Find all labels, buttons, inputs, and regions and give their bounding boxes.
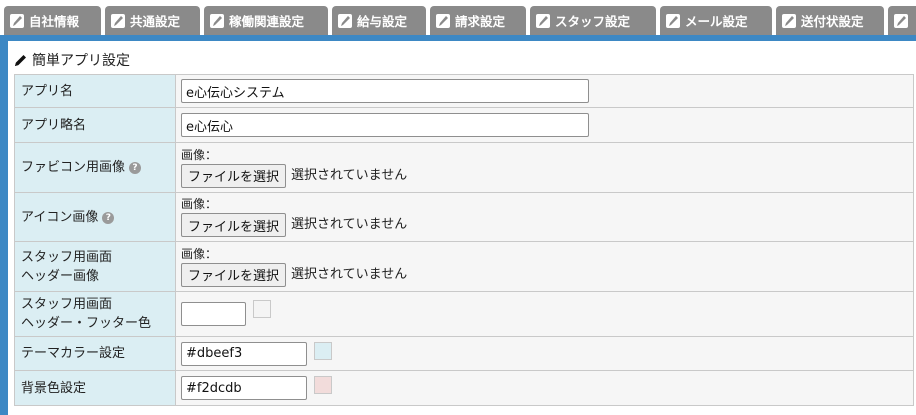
tab-label: 稼働関連設定 bbox=[229, 14, 305, 29]
edit-icon bbox=[210, 13, 224, 28]
icon-image-label: アイコン画像 bbox=[21, 209, 99, 225]
tab-salary-settings[interactable]: 給与設定 bbox=[332, 6, 426, 35]
staff-color-label-cell: スタッフ用画面 ヘッダー・フッター色 bbox=[14, 291, 176, 337]
tab-label: 給与設定 bbox=[357, 14, 408, 29]
bg-color-swatch[interactable] bbox=[314, 376, 332, 394]
icon-image-label-cell: アイコン画像? bbox=[14, 192, 176, 242]
favicon-file-button[interactable]: ファイルを選択 bbox=[181, 163, 287, 188]
tab-cover-letter-settings[interactable]: 送付状設定 bbox=[776, 6, 884, 35]
table-row: 背景色設定 bbox=[14, 370, 914, 406]
staff-header-file-status: 選択されていません bbox=[291, 266, 408, 282]
staff-header-label-cell: スタッフ用画面 ヘッダー画像 bbox=[14, 241, 176, 292]
bg-color-label: 背景色設定 bbox=[14, 370, 176, 406]
app-settings-table: アプリ名 アプリ略名 ファビコン用画像? 画像： ファイルを選択 選択されていま… bbox=[14, 74, 914, 406]
app-short-name-cell bbox=[175, 107, 914, 143]
table-row: スタッフ用画面 ヘッダー・フッター色 bbox=[14, 291, 914, 337]
settings-panel: 簡単アプリ設定 アプリ名 アプリ略名 ファビコン用画像? 画像： ファイルを選 bbox=[8, 41, 916, 415]
edit-icon bbox=[10, 13, 24, 28]
tab-label: 請求設定 bbox=[455, 14, 506, 29]
edit-icon bbox=[436, 13, 450, 28]
help-icon[interactable]: ? bbox=[102, 211, 115, 224]
tab-label: 共通設定 bbox=[130, 14, 181, 29]
tab-operation-settings[interactable]: 稼働関連設定 bbox=[204, 6, 328, 35]
pencil-icon bbox=[15, 55, 26, 66]
staff-header-caption: 画像： bbox=[181, 246, 218, 261]
tab-staff-settings[interactable]: スタッフ設定 bbox=[530, 6, 656, 35]
tab-label: 自社情報 bbox=[29, 14, 80, 29]
tab-company-info[interactable]: 自社情報 bbox=[4, 6, 101, 35]
settings-tab-bar: 自社情報 共通設定 稼働関連設定 給与設定 請求設定 スタッフ設定 メール設定 … bbox=[0, 0, 916, 37]
bg-color-input[interactable] bbox=[181, 376, 307, 400]
edit-icon bbox=[536, 13, 550, 28]
edit-icon bbox=[338, 13, 352, 28]
table-row: アプリ略名 bbox=[14, 107, 914, 143]
staff-header-file-button[interactable]: ファイルを選択 bbox=[181, 262, 287, 287]
theme-color-cell bbox=[175, 336, 914, 371]
edit-icon bbox=[666, 13, 680, 28]
theme-color-input[interactable] bbox=[181, 341, 307, 366]
edit-icon bbox=[111, 13, 125, 28]
table-row: アイコン画像? 画像： ファイルを選択 選択されていません bbox=[14, 192, 914, 242]
icon-image-cell: 画像： ファイルを選択 選択されていません bbox=[175, 192, 914, 242]
staff-color-swatch[interactable] bbox=[253, 300, 271, 318]
staff-header-label-line2: ヘッダー画像 bbox=[21, 268, 100, 284]
tab-overflow[interactable] bbox=[888, 6, 916, 35]
content-frame-left bbox=[0, 35, 8, 415]
staff-header-cell: 画像： ファイルを選択 選択されていません bbox=[175, 241, 914, 292]
table-row: スタッフ用画面 ヘッダー画像 画像： ファイルを選択 選択されていません bbox=[14, 241, 914, 292]
theme-color-label: テーマカラー設定 bbox=[14, 336, 176, 371]
favicon-cell: 画像： ファイルを選択 選択されていません bbox=[175, 142, 914, 193]
app-name-cell bbox=[175, 74, 914, 108]
section-heading: 簡単アプリ設定 bbox=[14, 50, 130, 70]
app-name-label: アプリ名 bbox=[14, 74, 176, 108]
bg-color-cell bbox=[175, 370, 914, 406]
favicon-label-cell: ファビコン用画像? bbox=[14, 142, 176, 193]
app-short-name-input[interactable] bbox=[181, 113, 589, 137]
tab-common-settings[interactable]: 共通設定 bbox=[105, 6, 200, 35]
favicon-caption: 画像： bbox=[181, 147, 218, 162]
app-name-input[interactable] bbox=[181, 79, 589, 103]
tab-mail-settings[interactable]: メール設定 bbox=[660, 6, 772, 35]
tab-label: メール設定 bbox=[685, 14, 748, 29]
staff-color-label-line1: スタッフ用画面 bbox=[21, 297, 113, 312]
app-short-name-label: アプリ略名 bbox=[14, 107, 176, 143]
table-row: テーマカラー設定 bbox=[14, 336, 914, 371]
staff-header-label-line1: スタッフ用画面 bbox=[21, 249, 113, 265]
edit-icon bbox=[782, 13, 796, 28]
edit-icon bbox=[894, 13, 908, 28]
icon-image-file-status: 選択されていません bbox=[291, 217, 408, 232]
staff-color-cell bbox=[175, 291, 914, 337]
help-icon[interactable]: ? bbox=[129, 162, 142, 174]
tab-billing-settings[interactable]: 請求設定 bbox=[430, 6, 526, 35]
favicon-file-status: 選択されていません bbox=[291, 167, 408, 183]
favicon-label: ファビコン用画像 bbox=[21, 160, 126, 175]
theme-color-swatch[interactable] bbox=[314, 341, 332, 360]
staff-color-label-line2: ヘッダー・フッター色 bbox=[21, 316, 152, 331]
icon-image-file-button[interactable]: ファイルを選択 bbox=[181, 213, 287, 237]
section-title: 簡単アプリ設定 bbox=[32, 53, 130, 69]
icon-image-caption: 画像： bbox=[181, 197, 218, 211]
staff-color-input[interactable] bbox=[181, 302, 246, 326]
table-row: ファビコン用画像? 画像： ファイルを選択 選択されていません bbox=[14, 142, 914, 193]
tab-label: 送付状設定 bbox=[801, 14, 864, 29]
tab-label: スタッフ設定 bbox=[555, 14, 631, 29]
table-row: アプリ名 bbox=[14, 74, 914, 108]
